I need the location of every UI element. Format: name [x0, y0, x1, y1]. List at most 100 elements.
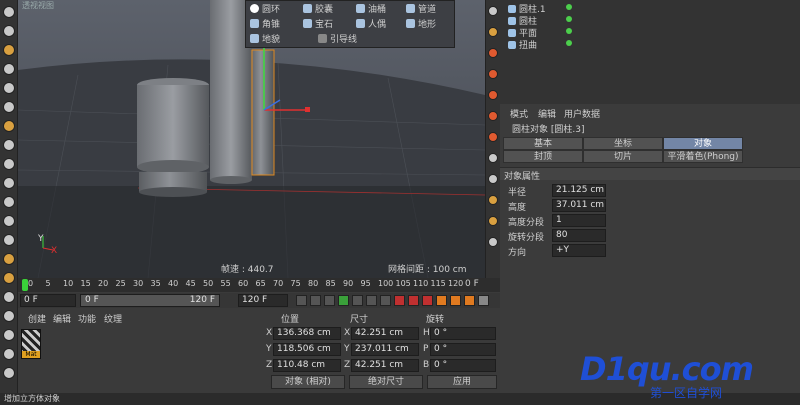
- end-frame-field[interactable]: 120 F: [238, 294, 288, 307]
- view-tool-icon[interactable]: [488, 111, 498, 121]
- view-tool-icon[interactable]: [488, 237, 498, 247]
- menu-item-torus[interactable]: 圆环: [250, 3, 280, 17]
- view-tool-icon[interactable]: [488, 132, 498, 142]
- playhead[interactable]: [22, 279, 28, 291]
- tool-icon[interactable]: [3, 272, 15, 284]
- tool-icon[interactable]: [3, 215, 15, 227]
- tool-icon[interactable]: [3, 367, 15, 379]
- view-tool-icon[interactable]: [488, 48, 498, 58]
- menu-mode[interactable]: 模式: [510, 107, 528, 120]
- mat-menu-edit[interactable]: 编辑: [53, 312, 71, 325]
- coord-size-select[interactable]: 绝对尺寸: [349, 375, 423, 389]
- visibility-toggle[interactable]: [566, 28, 572, 34]
- view-tool-icon[interactable]: [488, 6, 498, 16]
- tool-icon[interactable]: [3, 253, 15, 265]
- position-field[interactable]: 110.48 cm: [273, 359, 341, 372]
- object-list-item[interactable]: 平面: [508, 26, 598, 39]
- rotation-field[interactable]: 0 °: [430, 359, 496, 372]
- visibility-toggle[interactable]: [566, 4, 572, 10]
- material-swatch[interactable]: Mat: [21, 329, 41, 359]
- viewport[interactable]: 透视视图 Y X 帧速 : 440.7 网格间距 : 100 cm 圆环 胶囊 …: [18, 0, 485, 278]
- menu-item-capsule[interactable]: 胶囊: [303, 3, 333, 17]
- tab-phong[interactable]: 平滑着色(Phong): [663, 150, 743, 163]
- size-field[interactable]: 42.251 cm: [351, 359, 419, 372]
- tool-icon[interactable]: [3, 139, 15, 151]
- menu-item-pyramid[interactable]: 角锥: [250, 18, 280, 32]
- view-tool-icon[interactable]: [488, 174, 498, 184]
- property-value-field[interactable]: 80: [552, 229, 606, 242]
- menu-item-gem[interactable]: 宝石: [303, 18, 333, 32]
- transport-button[interactable]: [380, 295, 391, 306]
- object-list-item[interactable]: 圆柱.1: [508, 2, 598, 15]
- menu-item-figure[interactable]: 人偶: [356, 18, 386, 32]
- view-tool-icon[interactable]: [488, 27, 498, 37]
- mat-menu-function[interactable]: 功能: [78, 312, 96, 325]
- menu-item-landscape[interactable]: 地形: [406, 18, 436, 32]
- mat-menu-texture[interactable]: 纹理: [104, 312, 122, 325]
- apply-button[interactable]: 应用: [427, 375, 497, 389]
- menu-user-data[interactable]: 用户数据: [564, 107, 600, 120]
- object-list-item[interactable]: 扭曲: [508, 38, 598, 51]
- menu-item-oil-tank[interactable]: 油桶: [356, 3, 386, 17]
- transport-button[interactable]: [394, 295, 405, 306]
- position-field[interactable]: 136.368 cm: [273, 327, 341, 340]
- menu-edit[interactable]: 编辑: [538, 107, 556, 120]
- visibility-toggle[interactable]: [566, 16, 572, 22]
- tool-icon[interactable]: [3, 329, 15, 341]
- size-field[interactable]: 42.251 cm: [351, 327, 419, 340]
- tool-icon[interactable]: [3, 291, 15, 303]
- menu-item-tube[interactable]: 管道: [406, 3, 436, 17]
- property-value-field[interactable]: 37.011 cm: [552, 199, 606, 212]
- property-value-field[interactable]: +Y: [552, 244, 606, 257]
- menu-item-guide[interactable]: 引导线: [318, 33, 357, 47]
- view-tool-icon[interactable]: [488, 69, 498, 79]
- tool-icon[interactable]: [3, 63, 15, 75]
- visibility-toggle[interactable]: [566, 40, 572, 46]
- size-field[interactable]: 237.011 cm: [351, 343, 419, 356]
- transport-button[interactable]: [422, 295, 433, 306]
- current-frame-field[interactable]: 0 F: [20, 294, 76, 307]
- tool-icon[interactable]: [3, 25, 15, 37]
- transport-button[interactable]: [478, 295, 489, 306]
- tool-icon[interactable]: [3, 196, 15, 208]
- menu-item-relief[interactable]: 地貌: [250, 33, 280, 47]
- view-tool-icon[interactable]: [488, 90, 498, 100]
- frame-range-slider[interactable]: 0 F 120 F: [80, 294, 220, 307]
- transport-button[interactable]: [296, 295, 307, 306]
- tool-icon[interactable]: [3, 6, 15, 18]
- transport-button[interactable]: [324, 295, 335, 306]
- tool-icon[interactable]: [3, 82, 15, 94]
- transport-button[interactable]: [366, 295, 377, 306]
- view-tool-icon[interactable]: [488, 195, 498, 205]
- rotation-field[interactable]: 0 °: [430, 327, 496, 340]
- transport-button[interactable]: [450, 295, 461, 306]
- tool-icon[interactable]: [3, 310, 15, 322]
- rotation-field[interactable]: 0 °: [430, 343, 496, 356]
- transport-button[interactable]: [408, 295, 419, 306]
- tool-icon[interactable]: [3, 101, 15, 113]
- tool-icon[interactable]: [3, 234, 15, 246]
- tool-icon[interactable]: [3, 158, 15, 170]
- property-value-field[interactable]: 21.125 cm: [552, 184, 606, 197]
- property-value-field[interactable]: 1: [552, 214, 606, 227]
- tab-basic[interactable]: 基本: [503, 137, 583, 150]
- timeline[interactable]: 0 5 10 15 20 25 30 35 40 45 50 55 60 65 70 75 80 85 90 95 10…: [18, 278, 500, 292]
- tab-caps[interactable]: 封顶: [503, 150, 583, 163]
- tab-object[interactable]: 对象: [663, 137, 743, 150]
- coord-mode-select[interactable]: 对象 (相对): [271, 375, 345, 389]
- transport-button[interactable]: [352, 295, 363, 306]
- transport-button[interactable]: [464, 295, 475, 306]
- position-field[interactable]: 118.506 cm: [273, 343, 341, 356]
- tool-icon[interactable]: [3, 44, 15, 56]
- tab-coord[interactable]: 坐标: [583, 137, 663, 150]
- view-tool-icon[interactable]: [488, 216, 498, 226]
- mat-menu-create[interactable]: 创建: [28, 312, 46, 325]
- transport-button[interactable]: [436, 295, 447, 306]
- transport-button[interactable]: [310, 295, 321, 306]
- tab-slice[interactable]: 切片: [583, 150, 663, 163]
- object-list-item[interactable]: 圆柱: [508, 14, 598, 27]
- transport-button[interactable]: [338, 295, 349, 306]
- view-tool-icon[interactable]: [488, 153, 498, 163]
- tool-icon[interactable]: [3, 177, 15, 189]
- tool-icon[interactable]: [3, 348, 15, 360]
